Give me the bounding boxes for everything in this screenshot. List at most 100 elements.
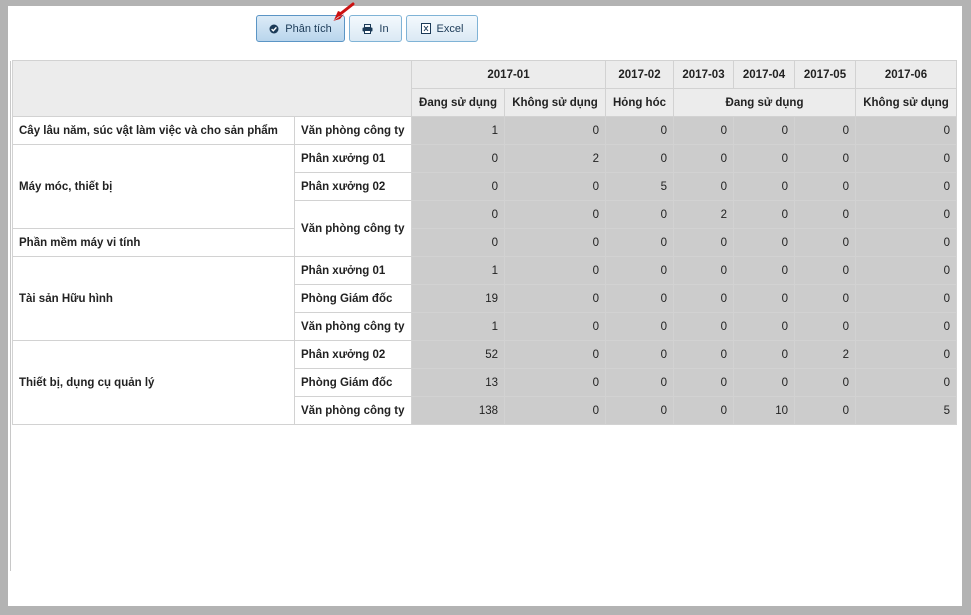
value-cell: 0: [794, 172, 856, 201]
period-header: 2017-06: [855, 60, 957, 89]
value-cell: 0: [673, 144, 734, 173]
period-header: 2017-05: [794, 60, 856, 89]
value-cell: 0: [673, 368, 734, 397]
value-cell: 0: [733, 340, 795, 369]
location-cell: Văn phòng công ty: [294, 312, 412, 341]
value-cell: 0: [605, 396, 674, 425]
value-cell: 0: [794, 396, 856, 425]
table-row: Phần mềm máy vi tính 0 0 0 0 0 0 0: [12, 228, 957, 257]
value-cell: 5: [605, 172, 674, 201]
period-header: 2017-01: [411, 60, 606, 89]
value-cell: 0: [733, 228, 795, 257]
value-cell: 0: [733, 144, 795, 173]
value-cell: 0: [794, 256, 856, 285]
value-cell: 0: [411, 144, 505, 173]
value-cell: 1: [411, 312, 505, 341]
period-header: 2017-03: [673, 60, 734, 89]
value-cell: 0: [733, 256, 795, 285]
pointer-arrow-icon: [333, 2, 355, 21]
value-cell: 0: [794, 312, 856, 341]
value-cell: 0: [855, 116, 957, 145]
excel-button[interactable]: Excel: [406, 15, 478, 42]
value-cell: 52: [411, 340, 505, 369]
value-cell: 0: [504, 368, 606, 397]
group-cell: Thiết bị, dụng cụ quản lý: [12, 340, 295, 425]
value-cell: 13: [411, 368, 505, 397]
value-cell: 0: [794, 228, 856, 257]
corner-cell: [12, 60, 412, 117]
value-cell: 0: [411, 200, 505, 229]
status-header: Không sử dụng: [855, 88, 957, 117]
value-cell: 138: [411, 396, 505, 425]
value-cell: 0: [605, 116, 674, 145]
value-cell: 0: [673, 228, 734, 257]
value-cell: 0: [733, 312, 795, 341]
group-cell: Máy móc, thiết bị: [12, 144, 295, 229]
value-cell: 0: [605, 340, 674, 369]
value-cell: 0: [605, 200, 674, 229]
table-row: Thiết bị, dụng cụ quản lý Phân xưởng 02 …: [12, 340, 957, 425]
value-cell: 0: [855, 284, 957, 313]
value-cell: 0: [504, 284, 606, 313]
value-cell: 0: [733, 200, 795, 229]
value-cell: 0: [794, 368, 856, 397]
pivot-table-container: 2017-01 2017-02 2017-03 2017-04 2017-05 …: [12, 60, 957, 425]
value-cell: 0: [855, 256, 957, 285]
group-cell: Cây lâu năm, súc vật làm việc và cho sản…: [12, 116, 295, 145]
location-cell: Phân xưởng 02: [294, 172, 412, 201]
excel-file-icon: [420, 23, 431, 34]
print-button[interactable]: In: [349, 15, 402, 42]
value-cell: 2: [673, 200, 734, 229]
value-cell: 0: [733, 368, 795, 397]
pivot-table: 2017-01 2017-02 2017-03 2017-04 2017-05 …: [12, 60, 957, 425]
value-cell: 0: [504, 228, 606, 257]
status-header: Hỏng hóc: [605, 88, 674, 117]
value-cell: 0: [855, 172, 957, 201]
value-cell: 0: [673, 116, 734, 145]
location-cell: Văn phòng công ty: [294, 116, 412, 145]
value-cell: 0: [733, 116, 795, 145]
table-row: Cây lâu năm, súc vật làm việc và cho sản…: [12, 116, 957, 145]
value-cell: 0: [605, 228, 674, 257]
check-circle-icon: [269, 24, 279, 34]
value-cell: 0: [733, 284, 795, 313]
table-row: Máy móc, thiết bị Phân xưởng 01 0 2 0 0 …: [12, 144, 957, 229]
value-cell: 0: [605, 368, 674, 397]
value-cell: 0: [855, 312, 957, 341]
value-cell: 0: [504, 172, 606, 201]
period-header: 2017-04: [733, 60, 795, 89]
value-cell: 0: [794, 116, 856, 145]
value-cell: 0: [411, 172, 505, 201]
printer-icon: [362, 23, 373, 34]
value-cell: 0: [855, 340, 957, 369]
location-cell: Phân xưởng 01: [294, 144, 412, 173]
value-cell: 2: [504, 144, 606, 173]
value-cell: 19: [411, 284, 505, 313]
value-cell: 0: [855, 200, 957, 229]
group-cell: Phần mềm máy vi tính: [12, 228, 295, 257]
status-header: Không sử dụng: [504, 88, 606, 117]
location-cell: Phòng Giám đốc: [294, 284, 412, 313]
value-cell: 0: [504, 256, 606, 285]
excel-button-label: Excel: [436, 22, 464, 35]
value-cell: 5: [855, 396, 957, 425]
value-cell: 0: [673, 340, 734, 369]
value-cell: 0: [605, 144, 674, 173]
table-row: Tài sản Hữu hình Phân xưởng 01 1 0 0 0 0…: [12, 256, 957, 341]
location-cell: Văn phòng công ty: [294, 200, 412, 257]
value-cell: 0: [673, 256, 734, 285]
value-cell: 0: [673, 284, 734, 313]
group-cell: Tài sản Hữu hình: [12, 256, 295, 341]
print-button-label: In: [379, 22, 389, 35]
location-cell: Phân xưởng 01: [294, 256, 412, 285]
value-cell: 1: [411, 256, 505, 285]
value-cell: 0: [673, 312, 734, 341]
value-cell: 0: [855, 144, 957, 173]
value-cell: 0: [673, 172, 734, 201]
value-cell: 0: [794, 284, 856, 313]
value-cell: 0: [504, 312, 606, 341]
value-cell: 0: [794, 200, 856, 229]
value-cell: 0: [504, 340, 606, 369]
value-cell: 0: [504, 116, 606, 145]
value-cell: 0: [504, 396, 606, 425]
